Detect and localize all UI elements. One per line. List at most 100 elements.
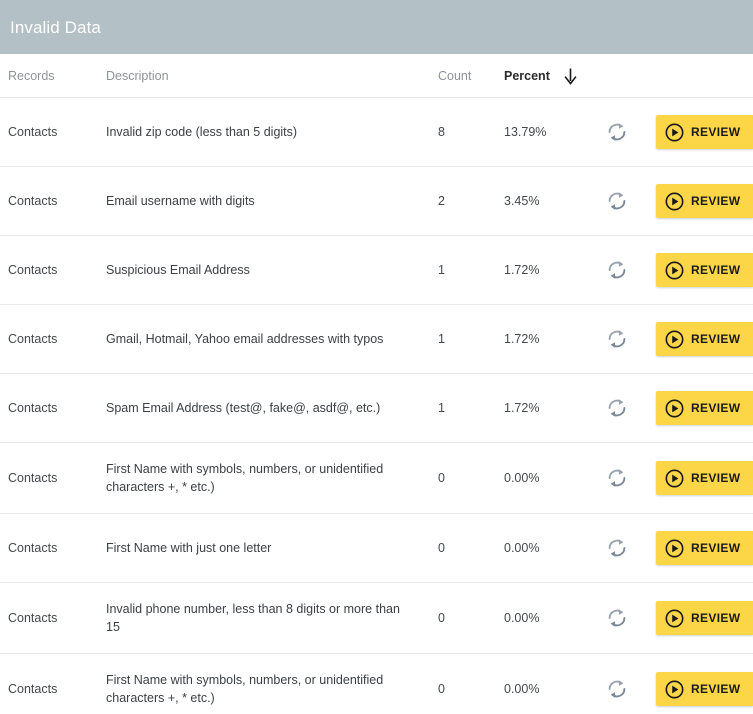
refresh-icon[interactable] [606, 467, 628, 489]
cell-action: REVIEW [656, 235, 753, 305]
cell-action: REVIEW [656, 97, 753, 167]
cell-refresh [606, 582, 656, 654]
review-button-label: REVIEW [691, 125, 741, 139]
review-button[interactable]: REVIEW [656, 322, 753, 356]
cell-records: Contacts [0, 373, 106, 443]
cell-description: Gmail, Hotmail, Yahoo email addresses wi… [106, 304, 438, 374]
cell-percent: 1.72% [504, 304, 606, 374]
play-circle-icon [665, 192, 684, 211]
panel-header: Invalid Data [0, 0, 753, 54]
cell-percent: 3.45% [504, 166, 606, 236]
column-header-action [656, 54, 753, 98]
cell-description: First Name with just one letter [106, 513, 438, 583]
cell-refresh [606, 235, 656, 305]
cell-records: Contacts [0, 97, 106, 167]
table-row: Contacts First Name with just one letter… [0, 513, 753, 583]
column-header-count[interactable]: Count [438, 54, 504, 98]
table-row: Contacts Spam Email Address (test@, fake… [0, 373, 753, 443]
cell-count: 2 [438, 166, 504, 236]
refresh-icon[interactable] [606, 328, 628, 350]
play-circle-icon [665, 123, 684, 142]
play-circle-icon [665, 330, 684, 349]
play-circle-icon [665, 399, 684, 418]
table-row: Contacts Email username with digits 2 3.… [0, 166, 753, 236]
refresh-icon[interactable] [606, 537, 628, 559]
cell-percent: 0.00% [504, 513, 606, 583]
review-button[interactable]: REVIEW [656, 672, 753, 706]
review-button[interactable]: REVIEW [656, 391, 753, 425]
review-button[interactable]: REVIEW [656, 253, 753, 287]
play-circle-icon [665, 469, 684, 488]
cell-records: Contacts [0, 582, 106, 654]
cell-refresh [606, 373, 656, 443]
review-button-label: REVIEW [691, 194, 741, 208]
review-button-label: REVIEW [691, 471, 741, 485]
review-button-label: REVIEW [691, 541, 741, 555]
refresh-icon[interactable] [606, 397, 628, 419]
refresh-icon[interactable] [606, 259, 628, 281]
cell-action: REVIEW [656, 653, 753, 714]
review-button-label: REVIEW [691, 332, 741, 346]
cell-description: Spam Email Address (test@, fake@, asdf@,… [106, 373, 438, 443]
review-button[interactable]: REVIEW [656, 115, 753, 149]
cell-description: First Name with symbols, numbers, or uni… [106, 653, 438, 714]
cell-description: Email username with digits [106, 166, 438, 236]
play-circle-icon [665, 261, 684, 280]
table-row: Contacts Suspicious Email Address 1 1.72… [0, 235, 753, 305]
cell-records: Contacts [0, 166, 106, 236]
cell-records: Contacts [0, 235, 106, 305]
table-row: Contacts Invalid zip code (less than 5 d… [0, 97, 753, 167]
cell-action: REVIEW [656, 442, 753, 514]
cell-percent: 13.79% [504, 97, 606, 167]
cell-count: 1 [438, 304, 504, 374]
cell-action: REVIEW [656, 582, 753, 654]
cell-count: 1 [438, 373, 504, 443]
refresh-icon[interactable] [606, 121, 628, 143]
table-row: Contacts First Name with symbols, number… [0, 442, 753, 514]
cell-percent: 0.00% [504, 582, 606, 654]
cell-count: 0 [438, 513, 504, 583]
cell-refresh [606, 166, 656, 236]
cell-count: 0 [438, 582, 504, 654]
column-header-percent[interactable]: Percent [504, 54, 606, 98]
cell-refresh [606, 513, 656, 583]
column-header-refresh [606, 54, 656, 98]
review-button-label: REVIEW [691, 611, 741, 625]
refresh-icon[interactable] [606, 607, 628, 629]
cell-count: 8 [438, 97, 504, 167]
review-button[interactable]: REVIEW [656, 601, 753, 635]
cell-percent: 0.00% [504, 653, 606, 714]
table-row: Contacts Invalid phone number, less than… [0, 582, 753, 654]
review-button[interactable]: REVIEW [656, 461, 753, 495]
table-body: Contacts Invalid zip code (less than 5 d… [0, 97, 753, 714]
cell-percent: 1.72% [504, 373, 606, 443]
play-circle-icon [665, 680, 684, 699]
invalid-data-panel: Invalid Data Records Description Count P… [0, 0, 753, 714]
cell-count: 0 [438, 653, 504, 714]
cell-records: Contacts [0, 513, 106, 583]
cell-action: REVIEW [656, 373, 753, 443]
cell-description: Suspicious Email Address [106, 235, 438, 305]
cell-refresh [606, 97, 656, 167]
refresh-icon[interactable] [606, 190, 628, 212]
cell-count: 0 [438, 442, 504, 514]
cell-description: Invalid phone number, less than 8 digits… [106, 582, 438, 654]
column-header-records[interactable]: Records [0, 54, 106, 98]
refresh-icon[interactable] [606, 678, 628, 700]
table-row: Contacts First Name with symbols, number… [0, 653, 753, 714]
play-circle-icon [665, 539, 684, 558]
review-button-label: REVIEW [691, 682, 741, 696]
cell-refresh [606, 304, 656, 374]
cell-percent: 0.00% [504, 442, 606, 514]
cell-description: First Name with symbols, numbers, or uni… [106, 442, 438, 514]
page-title: Invalid Data [10, 17, 101, 37]
invalid-data-table: Records Description Count Percent Contac… [0, 54, 753, 714]
review-button-label: REVIEW [691, 263, 741, 277]
play-circle-icon [665, 609, 684, 628]
cell-count: 1 [438, 235, 504, 305]
column-header-description[interactable]: Description [106, 54, 438, 98]
review-button[interactable]: REVIEW [656, 184, 753, 218]
cell-action: REVIEW [656, 513, 753, 583]
review-button-label: REVIEW [691, 401, 741, 415]
review-button[interactable]: REVIEW [656, 531, 753, 565]
